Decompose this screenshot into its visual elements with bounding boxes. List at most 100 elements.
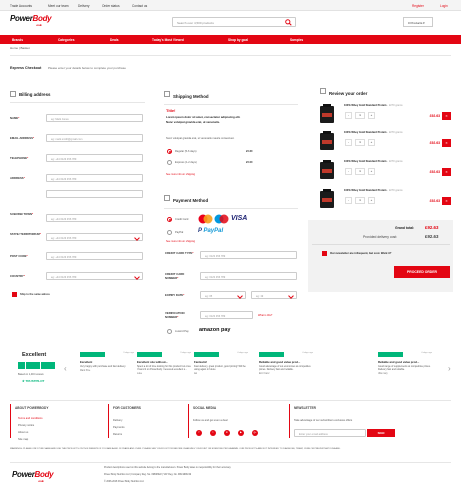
twitter-icon[interactable]: t xyxy=(210,430,216,436)
payment-checkbox[interactable] xyxy=(164,195,170,201)
footer-link-terms[interactable]: Terms and conditions xyxy=(18,417,43,420)
billing-checkbox[interactable] xyxy=(10,91,16,97)
nav-deals[interactable]: Deals xyxy=(110,38,119,42)
email-field[interactable]: eg: mark.smith@gmail.com xyxy=(46,134,143,142)
postcode-field[interactable]: eg: +44 0123 456 789 xyxy=(46,252,143,260)
amazon-pay-radio[interactable] xyxy=(167,329,172,334)
nav-most-viewed[interactable]: Today's Most Viewed xyxy=(152,38,184,42)
qty-value[interactable]: 1 xyxy=(355,197,365,204)
review-card: 4 days ago Fantastic! Fast delivery, gre… xyxy=(194,352,248,388)
powerbody-logo[interactable]: PowerBody .co.uk xyxy=(10,14,64,28)
review-body: Fast delivery, great product, good prici… xyxy=(194,364,246,371)
telephone-field[interactable]: eg: +44 0123 456 789 xyxy=(46,154,143,162)
remove-item-button[interactable]: ✕ xyxy=(442,139,451,147)
remove-item-button[interactable]: ✕ xyxy=(442,197,451,205)
qty-decrease-button[interactable]: - xyxy=(345,112,352,119)
qty-increase-button[interactable]: + xyxy=(368,139,375,146)
telephone-label-text: TELEPHONE xyxy=(10,156,28,160)
expiry-year-select[interactable]: eg: 19 xyxy=(251,291,297,299)
basket-button[interactable]: 0 Products ▾ xyxy=(403,17,433,27)
suburb-field[interactable]: eg: +44 0123 456 789 xyxy=(46,214,143,222)
link-meet-team[interactable]: Meet our team xyxy=(48,4,69,8)
nav-brands[interactable]: Brands xyxy=(12,38,23,42)
link-order-status[interactable]: Order status xyxy=(102,4,120,8)
link-contact[interactable]: Contact us xyxy=(132,4,147,8)
nav-shop-by-goal[interactable]: Shop by goal xyxy=(228,38,248,42)
qty-value[interactable]: 1 xyxy=(355,112,365,119)
facebook-icon[interactable]: f xyxy=(196,430,202,436)
product-size: - 2270 grams xyxy=(387,160,403,163)
country-placeholder: eg: +44 0123 456 789 xyxy=(51,275,77,279)
state-label: STATE/ TERRITORIUM* xyxy=(10,232,44,236)
card-type-placeholder: eg: 0123 456 789 xyxy=(205,254,226,258)
qty-increase-button[interactable]: + xyxy=(368,112,375,119)
footer-link-sitemap[interactable]: Site map xyxy=(18,438,28,441)
card-type-field[interactable]: eg: 0123 456 789 xyxy=(200,251,297,259)
ship-same-checkbox[interactable] xyxy=(12,292,17,297)
required-mark: * xyxy=(18,116,20,120)
footer-link-about[interactable]: About us xyxy=(18,431,28,434)
footer-link-returns[interactable]: Returns xyxy=(113,433,122,436)
link-delivery[interactable]: Delivery xyxy=(78,4,90,8)
address-field-2[interactable] xyxy=(46,190,143,198)
review-date: 4 days ago xyxy=(237,352,248,354)
state-select[interactable]: eg: +44 0123 456 789 xyxy=(46,233,143,241)
payment-more-link[interactable]: See more info on shipping xyxy=(166,240,195,243)
qty-value[interactable]: 1 xyxy=(355,168,365,175)
qty-decrease-button[interactable]: - xyxy=(345,197,352,204)
divider xyxy=(10,400,451,401)
link-trade-accounts[interactable]: Trade Accounts xyxy=(10,4,32,8)
remove-item-button[interactable]: ✕ xyxy=(442,168,451,176)
google-plus-icon[interactable]: g+ xyxy=(252,430,258,436)
shipping-heading: Shipping Method xyxy=(173,94,209,99)
star-icon xyxy=(199,352,204,357)
search-icon[interactable] xyxy=(285,19,292,26)
shipping-checkbox[interactable] xyxy=(164,91,170,97)
cvv-help-link[interactable]: What is this? xyxy=(258,314,272,317)
name-field[interactable]: eg: Mark Jones xyxy=(46,114,143,122)
remove-item-button[interactable]: ✕ xyxy=(442,112,451,120)
footer-link-privacy[interactable]: Privacy notice xyxy=(18,424,34,427)
postcode-placeholder: eg: +44 0123 456 789 xyxy=(51,255,77,259)
nav-samples[interactable]: Samples xyxy=(290,38,303,42)
nav-categories[interactable]: Categories xyxy=(58,38,74,42)
country-select[interactable]: eg: +44 0123 456 789 xyxy=(46,272,143,280)
shipping-more-link[interactable]: See more info on shipping xyxy=(166,173,195,176)
qty-increase-button[interactable]: + xyxy=(368,197,375,204)
star-icon xyxy=(279,352,284,357)
expiry-label: EXPIRY DATE* xyxy=(165,293,197,297)
carousel-next-icon[interactable]: › xyxy=(448,364,451,373)
address-label: ADDRESS* xyxy=(10,176,44,180)
newsletter-checkbox[interactable] xyxy=(322,251,327,256)
footer-social-text: Follow us and get even a deal xyxy=(193,419,228,422)
newsletter-email-input[interactable]: Enter your email address xyxy=(294,429,366,437)
qty-increase-button[interactable]: + xyxy=(368,168,375,175)
link-login[interactable]: Login xyxy=(440,4,448,8)
shipping-express-radio[interactable] xyxy=(167,160,172,165)
link-register[interactable]: Register xyxy=(412,4,424,8)
footer-link-delivery[interactable]: Delivery xyxy=(113,419,122,422)
qty-decrease-button[interactable]: - xyxy=(345,168,352,175)
search-input[interactable]: Search over 4,500 products xyxy=(177,21,214,25)
proceed-order-button[interactable]: PROCEED ORDER xyxy=(394,266,450,278)
credit-card-radio[interactable] xyxy=(167,217,172,222)
qty-decrease-button[interactable]: - xyxy=(345,139,352,146)
qty-value[interactable]: 1 xyxy=(355,139,365,146)
search-box[interactable]: Search over 4,500 products xyxy=(172,17,296,27)
star-icon xyxy=(378,352,383,357)
address-field-1[interactable]: eg: +44 0123 456 789 xyxy=(46,174,143,182)
newsletter-sign-button[interactable]: SIGN xyxy=(367,429,395,437)
billing-heading: Billing address xyxy=(19,92,51,97)
youtube-icon[interactable]: ▶ xyxy=(238,430,244,436)
expiry-month-select[interactable]: eg: 05 xyxy=(200,291,246,299)
carousel-prev-icon[interactable]: ‹ xyxy=(64,364,67,373)
cvv-field[interactable]: eg: 0123 456 789 xyxy=(200,311,253,319)
card-number-field[interactable]: eg: 0123 456 789 xyxy=(200,272,297,280)
instagram-icon[interactable]: in xyxy=(224,430,230,436)
review-checkbox[interactable] xyxy=(320,88,326,94)
star-icon xyxy=(398,352,403,357)
footer-link-payments[interactable]: Payments xyxy=(113,426,125,429)
top-bar: Trade Accounts Meet our team Delivery Or… xyxy=(0,0,461,11)
shipping-regular-radio[interactable] xyxy=(167,149,172,154)
paypal-radio[interactable] xyxy=(167,230,172,235)
